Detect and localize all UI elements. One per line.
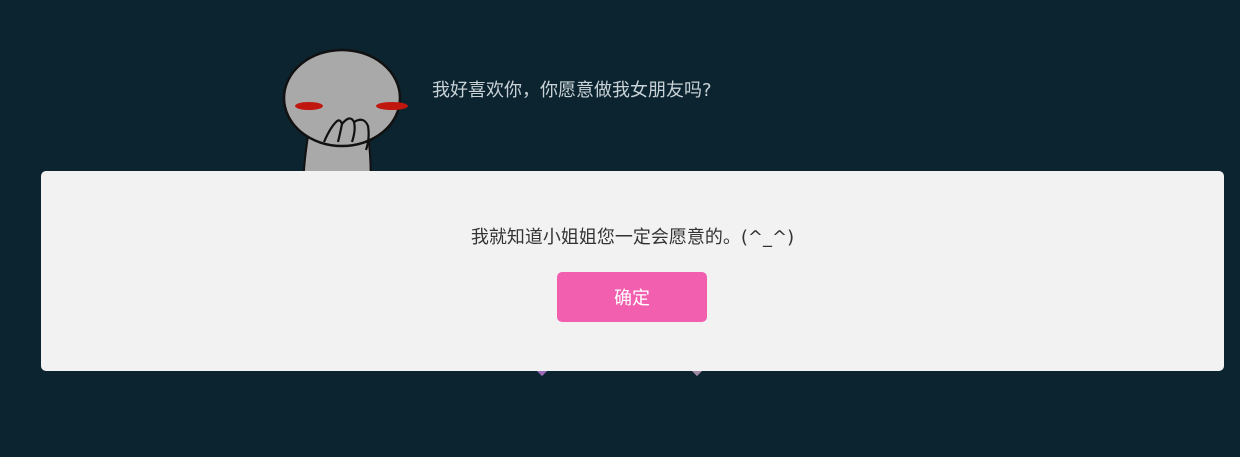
love-question: 我好喜欢你，你愿意做我女朋友吗? bbox=[432, 80, 712, 101]
confirm-button[interactable]: 确定 bbox=[557, 272, 707, 322]
dialog-message: 我就知道小姐姐您一定会愿意的。(^_^) bbox=[470, 227, 795, 248]
confirmation-dialog: 我就知道小姐姐您一定会愿意的。(^_^) 确定 bbox=[41, 171, 1224, 371]
shy-character-icon bbox=[280, 46, 415, 192]
